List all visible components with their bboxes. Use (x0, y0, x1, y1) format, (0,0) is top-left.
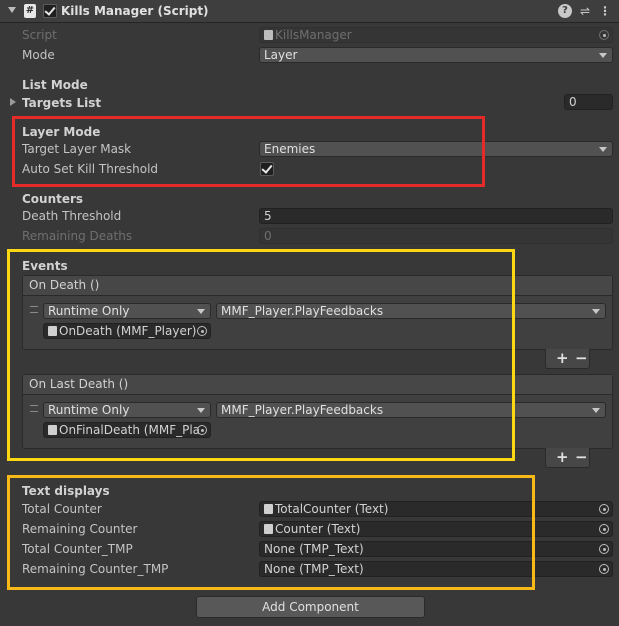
death-threshold-field[interactable]: 5 (259, 208, 613, 224)
dropdown-arrow-icon (592, 408, 600, 413)
annotation-highlight-yellow (7, 249, 515, 461)
annotation-highlight-red (12, 116, 485, 187)
object-picker-icon[interactable] (599, 544, 609, 554)
dropdown-arrow-icon (599, 53, 607, 58)
script-icon: # (24, 4, 36, 18)
add-listener-button[interactable]: + (556, 448, 569, 466)
settings-sliders-icon[interactable]: ⇌ (578, 4, 592, 18)
object-picker-icon[interactable] (599, 564, 609, 574)
script-field: KillsManager (259, 27, 613, 43)
component-header[interactable]: # Kills Manager (Script) ? ⇌ ⋮ (0, 0, 619, 23)
object-picker-icon (599, 30, 609, 40)
remove-listener-button[interactable]: − (575, 349, 588, 367)
script-asset-icon (264, 30, 273, 40)
on-last-death-add-remove: + − (545, 448, 590, 468)
add-listener-button[interactable]: + (556, 349, 569, 367)
mode-label: Mode (22, 48, 55, 62)
list-mode-heading: List Mode (22, 78, 88, 92)
remove-listener-button[interactable]: − (575, 448, 588, 466)
fold-arrow-icon[interactable] (8, 7, 16, 13)
targets-list-foldout[interactable]: Targets List (22, 96, 101, 110)
annotation-highlight-orange (7, 475, 535, 590)
enabled-checkbox[interactable] (43, 4, 57, 18)
remaining-deaths-label: Remaining Deaths (22, 229, 133, 243)
counters-heading: Counters (22, 192, 84, 206)
more-icon[interactable]: ⋮ (598, 4, 612, 18)
on-death-add-remove: + − (545, 349, 590, 369)
component-title: Kills Manager (Script) (61, 4, 209, 18)
foldout-arrow-icon[interactable] (10, 98, 16, 106)
dropdown-arrow-icon (592, 309, 600, 314)
help-icon[interactable]: ? (558, 4, 572, 18)
mode-dropdown[interactable]: Layer (259, 47, 613, 63)
object-picker-icon[interactable] (599, 504, 609, 514)
add-component-button[interactable]: Add Component (196, 596, 425, 618)
script-label: Script (22, 28, 57, 42)
targets-list-size[interactable]: 0 (564, 94, 613, 110)
dropdown-arrow-icon (599, 147, 607, 152)
remaining-deaths-field: 0 (259, 228, 613, 244)
object-picker-icon[interactable] (599, 524, 609, 534)
death-threshold-label: Death Threshold (22, 209, 122, 223)
